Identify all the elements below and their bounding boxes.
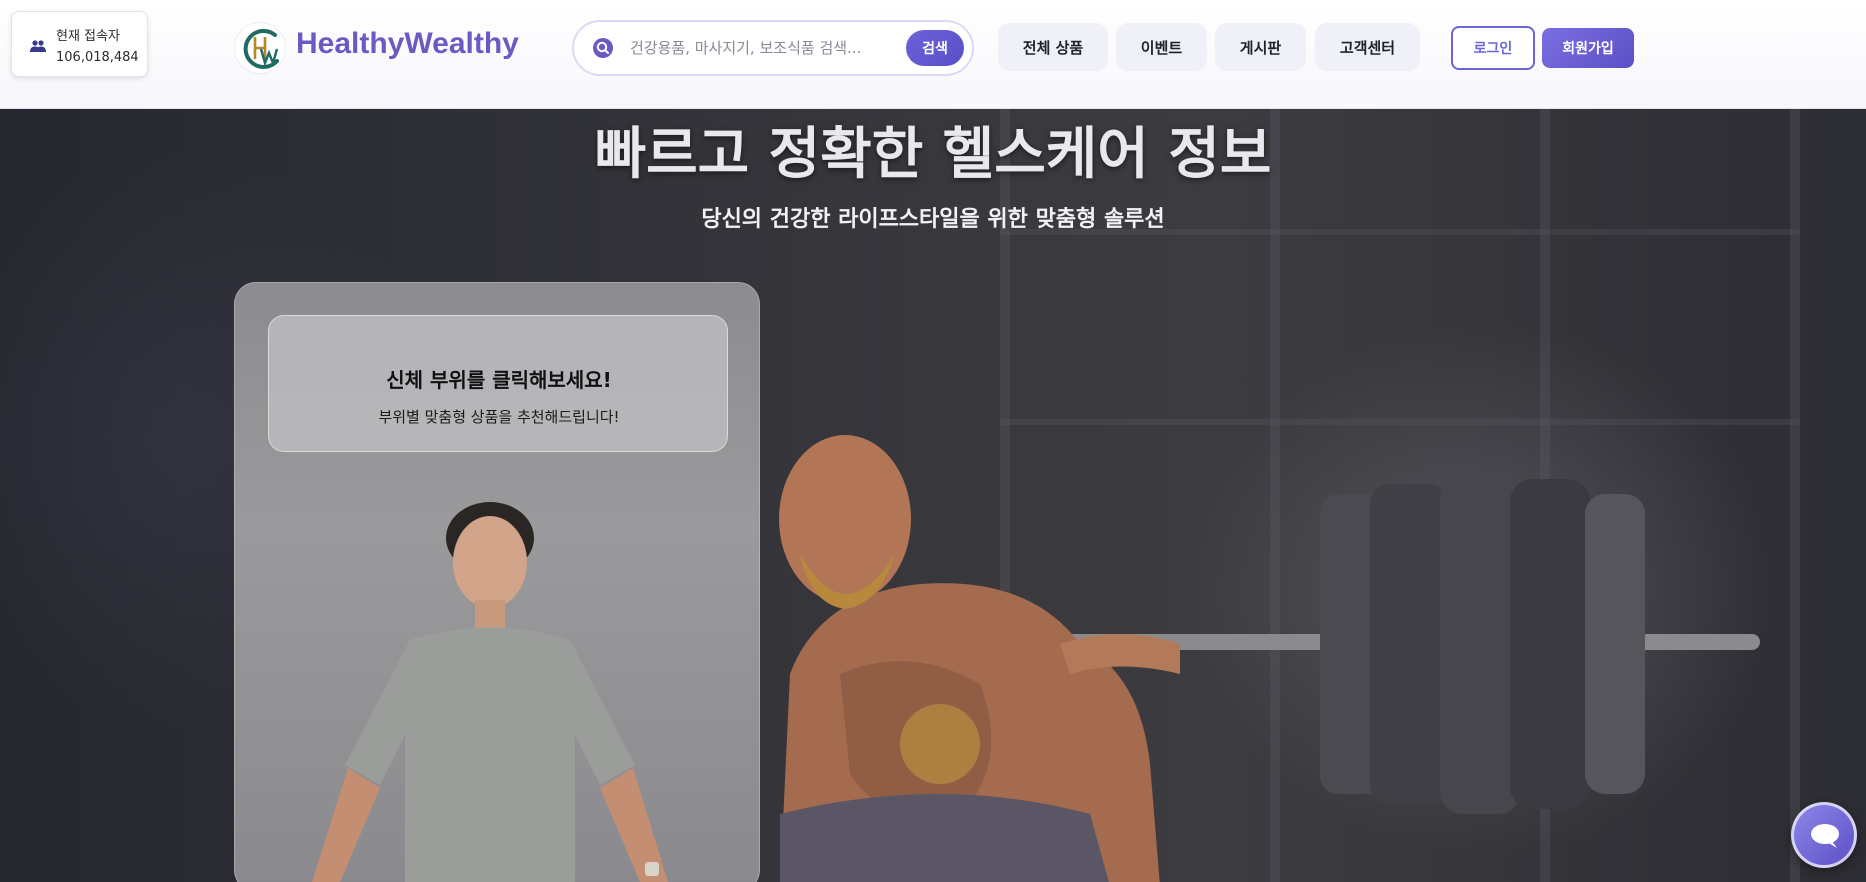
nav-all-products[interactable]: 전체 상품	[998, 23, 1108, 71]
search-icon	[593, 38, 613, 58]
body-selector-description: 부위별 맞춤형 상품을 추천해드립니다!	[378, 408, 620, 426]
body-selector-hint: 신체 부위를 클릭해보세요! 부위별 맞춤형 상품을 추천해드립니다!	[268, 315, 728, 452]
visitor-counter: 현재 접속자 106,018,484	[11, 11, 148, 77]
nav-events[interactable]: 이벤트	[1116, 23, 1207, 71]
chat-bubble-icon	[1811, 824, 1839, 848]
login-button[interactable]: 로그인	[1451, 26, 1535, 70]
hero-section: 빠르고 정확한 헬스케어 정보 당신의 건강한 라이프스타일을 위한 맞춤형 솔…	[0, 109, 1866, 882]
search-bar: 검색	[572, 20, 974, 76]
weightlifter-image	[779, 435, 1760, 882]
visitor-label: 현재 접속자	[56, 29, 120, 44]
nav-customer-center[interactable]: 고객센터	[1315, 23, 1420, 71]
site-header: 현재 접속자 106,018,484 HealthyWealthy 검색 전체 …	[0, 0, 1866, 109]
chat-button[interactable]	[1791, 802, 1857, 868]
brand-name[interactable]: HealthyWealthy	[296, 27, 519, 61]
search-input[interactable]	[630, 32, 880, 64]
nav-board[interactable]: 게시판	[1215, 23, 1306, 71]
users-icon	[30, 40, 46, 52]
hw-logo-icon[interactable]	[234, 22, 286, 74]
visitor-count: 106,018,484	[56, 50, 139, 65]
search-button[interactable]: 검색	[906, 30, 964, 66]
body-selector-heading: 신체 부위를 클릭해보세요!	[386, 368, 612, 392]
hero-subtitle: 당신의 건강한 라이프스타일을 위한 맞춤형 솔루션	[701, 207, 1165, 232]
signup-button[interactable]: 회원가입	[1542, 28, 1634, 68]
hero-title: 빠르고 정확한 헬스케어 정보	[594, 122, 1272, 187]
body-map-figure[interactable]	[300, 500, 750, 882]
